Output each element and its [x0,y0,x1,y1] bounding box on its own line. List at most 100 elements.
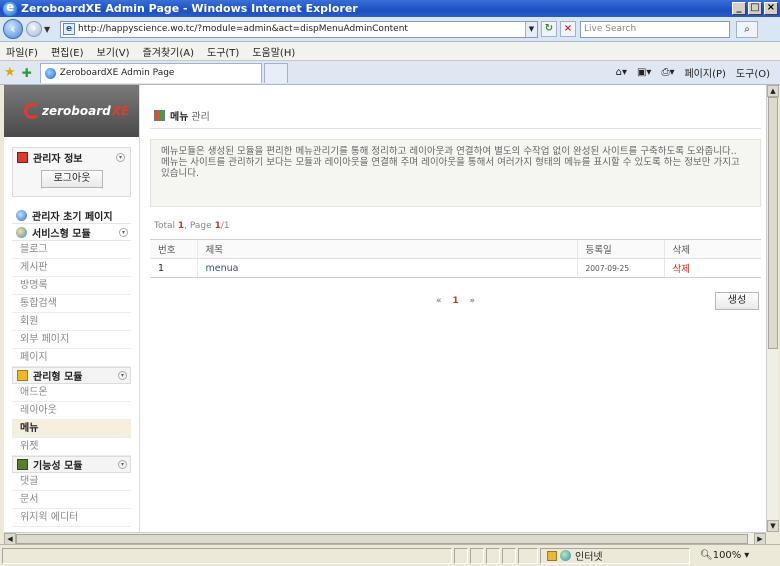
sidebar-item-layout[interactable]: 레이아웃 [12,402,131,420]
service-toggle-icon[interactable]: ▾ [119,227,128,237]
address-dropdown-icon[interactable]: ▼ [525,21,537,37]
sidebar-item-board[interactable]: 게시판 [12,259,131,277]
logo-text: zeroboard [42,104,111,118]
logo[interactable]: zeroboard XE [4,85,139,137]
search-input[interactable]: Live Search [580,20,730,38]
tab-admin-page[interactable]: ZeroboardXE Admin Page [39,62,262,83]
function-head-label: 기능성 모듈 [33,461,83,472]
horizontal-scroll-thumb[interactable] [16,534,748,544]
logout-button[interactable]: 로그아웃 [41,170,103,188]
create-button[interactable]: 생성 [715,292,759,310]
manage-toggle-icon[interactable]: ▾ [118,371,127,380]
search-button[interactable]: ⌕ [736,20,758,38]
pager-next[interactable]: » [470,296,476,306]
main-content: 메뉴 관리 메뉴모듈은 생성된 모듈을 편리한 메뉴관리기를 통해 정리하고 레… [150,103,761,310]
window-title: ZeroboardXE Admin Page - Windows Interne… [21,2,358,15]
status-seg [454,547,468,564]
security-zone[interactable]: 인터넷 [540,547,690,564]
menu-favorites[interactable]: 즐겨찾기(A) [143,44,194,59]
sidebar-item-widget[interactable]: 위젯 [12,438,131,456]
refresh-button[interactable]: ↻ [541,21,557,37]
sidebar-function-modules[interactable]: 기능성 모듈 ▾ [12,456,131,473]
back-button[interactable]: ‹ [3,19,23,39]
status-seg [502,547,516,564]
zoom-control[interactable]: 🔍︎ 100% ▾ [700,550,749,561]
address-toolbar: ‹ › ▼ e http://happyscience.wo.tc/?modul… [0,17,780,42]
admin-info-label: 관리자 정보 [33,153,83,165]
forward-button[interactable]: › [26,21,42,37]
menu-help[interactable]: 도움말(H) [252,44,295,59]
function-toggle-icon[interactable]: ▾ [118,460,127,469]
sidebar-manage-modules[interactable]: 관리형 모듈 ▾ [12,367,131,384]
service-module-icon [16,226,27,238]
sidebar-item-external-page[interactable]: 외부 페이지 [12,331,131,349]
col-date: 등록일 [576,239,664,259]
home-globe-icon [16,209,27,221]
collapse-toggle-icon[interactable]: ▾ [116,152,125,162]
sidebar-item-wysiwyg-editor[interactable]: 위지윅 에디터 [12,509,131,527]
sidebar-item-guestbook[interactable]: 방명록 [12,277,131,295]
horizontal-scrollbar[interactable]: ◀ ▶ [4,532,766,545]
sidebar-item-comment[interactable]: 댓글 [12,473,131,491]
status-text-area [2,547,452,564]
print-icon[interactable]: ⎙▾ [661,67,674,78]
history-dropdown-icon[interactable]: ▼ [44,25,54,34]
close-button[interactable]: × [764,2,778,15]
protected-mode-icon [547,550,557,561]
sidebar-item-page[interactable]: 페이지 [12,349,131,367]
pager-prev[interactable]: « [436,296,442,306]
row-number: 1 [150,258,197,278]
page-total: /1 [220,221,230,231]
page-subtitle: 관리 [191,112,210,123]
sidebar-item-member[interactable]: 회원 [12,313,131,331]
sidebar-item-document[interactable]: 문서 [12,491,131,509]
tools-menu[interactable]: 도구(O) [736,65,770,80]
new-tab-button[interactable] [263,62,288,83]
menu-bar: 파일(F) 편집(E) 보기(V) 즐겨찾기(A) 도구(T) 도움말(H) [0,42,780,61]
sidebar-admin-home-label: 관리자 초기 페이지 [32,211,113,223]
add-favorites-icon[interactable]: ✚ [22,66,32,80]
stop-button[interactable]: × [560,21,576,37]
col-number: 번호 [150,239,197,259]
total-label: Total [154,221,176,231]
menu-title-link[interactable]: menua [206,263,239,274]
admin-info-head[interactable]: 관리자 정보 ▾ [13,148,130,166]
delete-link[interactable]: 삭제 [673,264,690,275]
address-field[interactable]: e http://happyscience.wo.tc/?module=admi… [60,20,538,38]
command-bar: ⌂▾ ▣▾ ⎙▾ 페이지(P) 도구(O) [606,65,780,80]
total-summary: Total 1, Page 1/1 [150,221,761,231]
module-description: 메뉴모듈은 생성된 모듈을 편리한 메뉴관리기를 통해 정리하고 레이아웃과 연… [150,139,761,207]
url-text[interactable]: http://happyscience.wo.tc/?module=admin&… [78,24,525,34]
favorites-star-icon[interactable]: ★ [4,65,16,80]
feeds-icon[interactable]: ▣▾ [637,67,651,78]
pager-current[interactable]: 1 [452,296,458,306]
menu-tools[interactable]: 도구(T) [207,44,239,59]
scroll-down-icon[interactable]: ▼ [767,520,779,532]
service-head-label: 서비스형 모듈 [32,228,91,240]
vertical-scrollbar[interactable]: ▲ ▼ [766,85,779,532]
maximize-button[interactable]: □ [748,2,762,15]
menu-view[interactable]: 보기(V) [97,44,130,59]
sidebar-admin-home[interactable]: 관리자 초기 페이지 [12,207,131,224]
menu-file[interactable]: 파일(F) [6,44,38,59]
sidebar-service-modules[interactable]: 서비스형 모듈 ▾ [12,224,131,241]
sidebar-item-addon[interactable]: 애드온 [12,384,131,402]
description-line-2: 메뉴는 사이트를 관리하기 보다는 모듈과 레이아웃을 연결해 주며 레이아웃을… [161,157,740,179]
tab-title: ZeroboardXE Admin Page [59,68,175,78]
tab-page-icon [44,67,56,79]
status-bar: 인터넷 🔍︎ 100% ▾ [0,544,780,566]
minimize-button[interactable]: _ [732,2,746,15]
row-date: 2007-09-25 [585,263,630,273]
sidebar-item-blog[interactable]: 블로그 [12,241,131,259]
home-icon[interactable]: ⌂▾ [616,67,627,78]
vertical-scroll-thumb[interactable] [768,97,778,349]
sidebar-item-integrated-search[interactable]: 통합검색 [12,295,131,313]
sidebar-item-menu[interactable]: 메뉴 [12,420,131,438]
page-header: 메뉴 관리 [150,103,761,129]
page-icon: e [63,23,75,35]
menu-edit[interactable]: 편집(E) [51,44,84,59]
page-menu[interactable]: 페이지(P) [684,65,725,80]
scroll-up-icon[interactable]: ▲ [767,85,779,97]
zoom-dropdown-icon[interactable]: ▾ [744,550,749,561]
status-seg [486,547,500,564]
